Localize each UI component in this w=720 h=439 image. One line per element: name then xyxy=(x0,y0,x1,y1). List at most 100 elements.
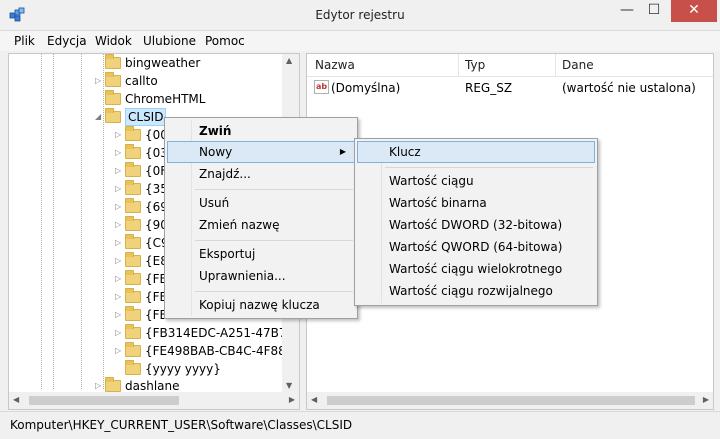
menu-item-new[interactable]: Nowy ▶ xyxy=(167,141,355,163)
scroll-down-icon[interactable]: ▼ xyxy=(286,381,292,390)
column-header-name[interactable]: Nazwa xyxy=(315,58,355,72)
scroll-right-icon[interactable]: ▶ xyxy=(703,395,709,404)
tree-node[interactable]: ▷ {FE xyxy=(115,306,167,324)
expand-arrow-icon[interactable]: ▷ xyxy=(115,306,125,324)
menu-edycja[interactable]: Edycja xyxy=(47,34,87,48)
tree-node[interactable]: ▷ {FB314EDC-A251-47B7-93 xyxy=(115,324,300,342)
tree-node[interactable]: ▷ {C9 xyxy=(115,234,169,252)
menu-item-delete[interactable]: Usuń xyxy=(167,192,355,214)
tree-node[interactable]: ▷ {E8 xyxy=(115,252,168,270)
minimize-button[interactable]: — xyxy=(613,0,641,22)
status-bar: Komputer\HKEY_CURRENT_USER\Software\Clas… xyxy=(0,411,720,439)
folder-icon xyxy=(105,90,121,105)
folder-icon xyxy=(125,216,141,231)
expand-arrow-icon[interactable]: ▷ xyxy=(115,252,125,270)
menu-item-collapse[interactable]: Zwiń xyxy=(167,120,355,142)
scrollbar-thumb[interactable] xyxy=(29,396,179,405)
tree-node[interactable]: {yyyy yyyy} xyxy=(115,360,221,378)
column-divider[interactable] xyxy=(555,54,556,77)
menu-ulubione[interactable]: Ulubione xyxy=(143,34,196,48)
tree-guide-line xyxy=(81,54,82,389)
expand-arrow-icon[interactable]: ▷ xyxy=(115,144,125,162)
tree-node[interactable]: ▷ {FE xyxy=(115,288,167,306)
tree-node-clsid[interactable]: ◢ CLSID xyxy=(95,108,167,126)
expand-arrow-icon[interactable]: ▷ xyxy=(115,234,125,252)
tree-node-label: CLSID xyxy=(125,108,167,126)
tree-node[interactable]: ▷ {FE xyxy=(115,270,167,288)
tree-node[interactable]: ▷ {90 xyxy=(115,216,168,234)
folder-icon xyxy=(125,126,141,141)
scroll-left-icon[interactable]: ◀ xyxy=(311,395,317,404)
column-header-data[interactable]: Dane xyxy=(562,58,594,72)
expand-arrow-icon[interactable]: ▷ xyxy=(115,342,125,360)
menu-separator xyxy=(195,291,353,292)
tree-node[interactable]: ▷ {69 xyxy=(115,198,168,216)
title-bar: Edytor rejestru — ☐ ✕ xyxy=(0,0,720,31)
submenu-item-multi-string-value[interactable]: Wartość ciągu wielokrotnego xyxy=(357,258,595,280)
menu-bar: Plik Edycja Widok Ulubione Pomoc xyxy=(0,31,720,51)
list-horizontal-scrollbar[interactable]: ◀ ▶ xyxy=(307,392,713,409)
submenu-arrow-icon: ▶ xyxy=(339,147,346,156)
maximize-button[interactable]: ☐ xyxy=(641,0,667,22)
folder-icon xyxy=(125,234,141,249)
expand-arrow-icon[interactable]: ▷ xyxy=(115,180,125,198)
tree-node[interactable]: ChromeHTML xyxy=(95,90,205,108)
scroll-left-icon[interactable]: ◀ xyxy=(13,395,19,404)
expand-arrow-icon[interactable]: ▷ xyxy=(115,288,125,306)
tree-guide-line xyxy=(53,54,54,389)
tree-node-label: {FE498BAB-CB4C-4F88-A0 xyxy=(145,344,300,358)
expand-arrow-icon[interactable]: ▷ xyxy=(115,324,125,342)
menu-item-rename[interactable]: Zmień nazwę xyxy=(167,214,355,236)
menu-item-permissions[interactable]: Uprawnienia... xyxy=(167,265,355,287)
column-divider[interactable] xyxy=(458,54,459,77)
tree-node[interactable]: ▷ {03 xyxy=(115,144,168,162)
expand-arrow-icon[interactable]: ▷ xyxy=(115,198,125,216)
close-button[interactable]: ✕ xyxy=(671,0,717,22)
tree-node[interactable]: bingweather xyxy=(95,54,200,72)
tree-node[interactable]: ▷ callto xyxy=(95,72,158,90)
expand-arrow-icon[interactable]: ▷ xyxy=(115,126,125,144)
folder-icon xyxy=(105,72,121,87)
menu-separator xyxy=(195,240,353,241)
new-submenu: Klucz Wartość ciągu Wartość binarna Wart… xyxy=(354,138,598,306)
submenu-item-key[interactable]: Klucz xyxy=(357,141,595,163)
submenu-item-expandable-string-value[interactable]: Wartość ciągu rozwijalnego xyxy=(357,280,595,302)
submenu-item-qword-value[interactable]: Wartość QWORD (64-bitowa) xyxy=(357,236,595,258)
folder-icon xyxy=(125,270,141,285)
submenu-item-binary-value[interactable]: Wartość binarna xyxy=(357,192,595,214)
submenu-item-string-value[interactable]: Wartość ciągu xyxy=(357,170,595,192)
menu-pomoc[interactable]: Pomoc xyxy=(205,34,245,48)
menu-item-find[interactable]: Znajdź... xyxy=(167,163,355,185)
status-path: Komputer\HKEY_CURRENT_USER\Software\Clas… xyxy=(10,418,353,432)
menu-item-new-label: Nowy xyxy=(199,145,233,159)
folder-icon xyxy=(105,377,121,392)
expand-arrow-icon[interactable]: ▷ xyxy=(115,270,125,288)
scroll-right-icon[interactable]: ▶ xyxy=(289,395,295,404)
tree-node[interactable]: ▷ {35 xyxy=(115,180,168,198)
column-header-type[interactable]: Typ xyxy=(465,58,485,72)
folder-icon xyxy=(105,108,121,123)
folder-icon xyxy=(125,324,141,339)
list-row[interactable]: ab (Domyślna) REG_SZ (wartość nie ustalo… xyxy=(307,78,713,98)
tree-node[interactable]: ▷ {00 xyxy=(115,126,168,144)
scroll-up-icon[interactable]: ▲ xyxy=(286,56,292,65)
menu-item-copy-key-name[interactable]: Kopiuj nazwę klucza xyxy=(167,294,355,316)
menu-item-export[interactable]: Eksportuj xyxy=(167,243,355,265)
expand-arrow-icon[interactable]: ▷ xyxy=(95,72,105,90)
menu-plik[interactable]: Plik xyxy=(14,34,35,48)
tree-node-label: {FB314EDC-A251-47B7-93 xyxy=(145,326,300,340)
collapse-arrow-icon[interactable]: ◢ xyxy=(95,108,105,126)
folder-icon xyxy=(125,144,141,159)
tree-node[interactable]: ▷ {FE498BAB-CB4C-4F88-A0 xyxy=(115,342,300,360)
menu-widok[interactable]: Widok xyxy=(95,34,132,48)
folder-icon xyxy=(105,54,121,69)
folder-icon xyxy=(125,360,141,375)
tree-node[interactable]: ▷ {0F xyxy=(115,162,167,180)
expand-arrow-icon[interactable]: ▷ xyxy=(115,162,125,180)
context-menu: Zwiń Nowy ▶ Znajdź... Usuń Zmień nazwę Ek… xyxy=(164,117,358,319)
submenu-item-dword-value[interactable]: Wartość DWORD (32-bitowa) xyxy=(357,214,595,236)
expand-arrow-icon[interactable]: ▷ xyxy=(115,216,125,234)
menu-separator xyxy=(385,167,593,168)
scrollbar-thumb[interactable] xyxy=(327,396,695,405)
tree-horizontal-scrollbar[interactable]: ◀ ▶ xyxy=(9,392,299,409)
